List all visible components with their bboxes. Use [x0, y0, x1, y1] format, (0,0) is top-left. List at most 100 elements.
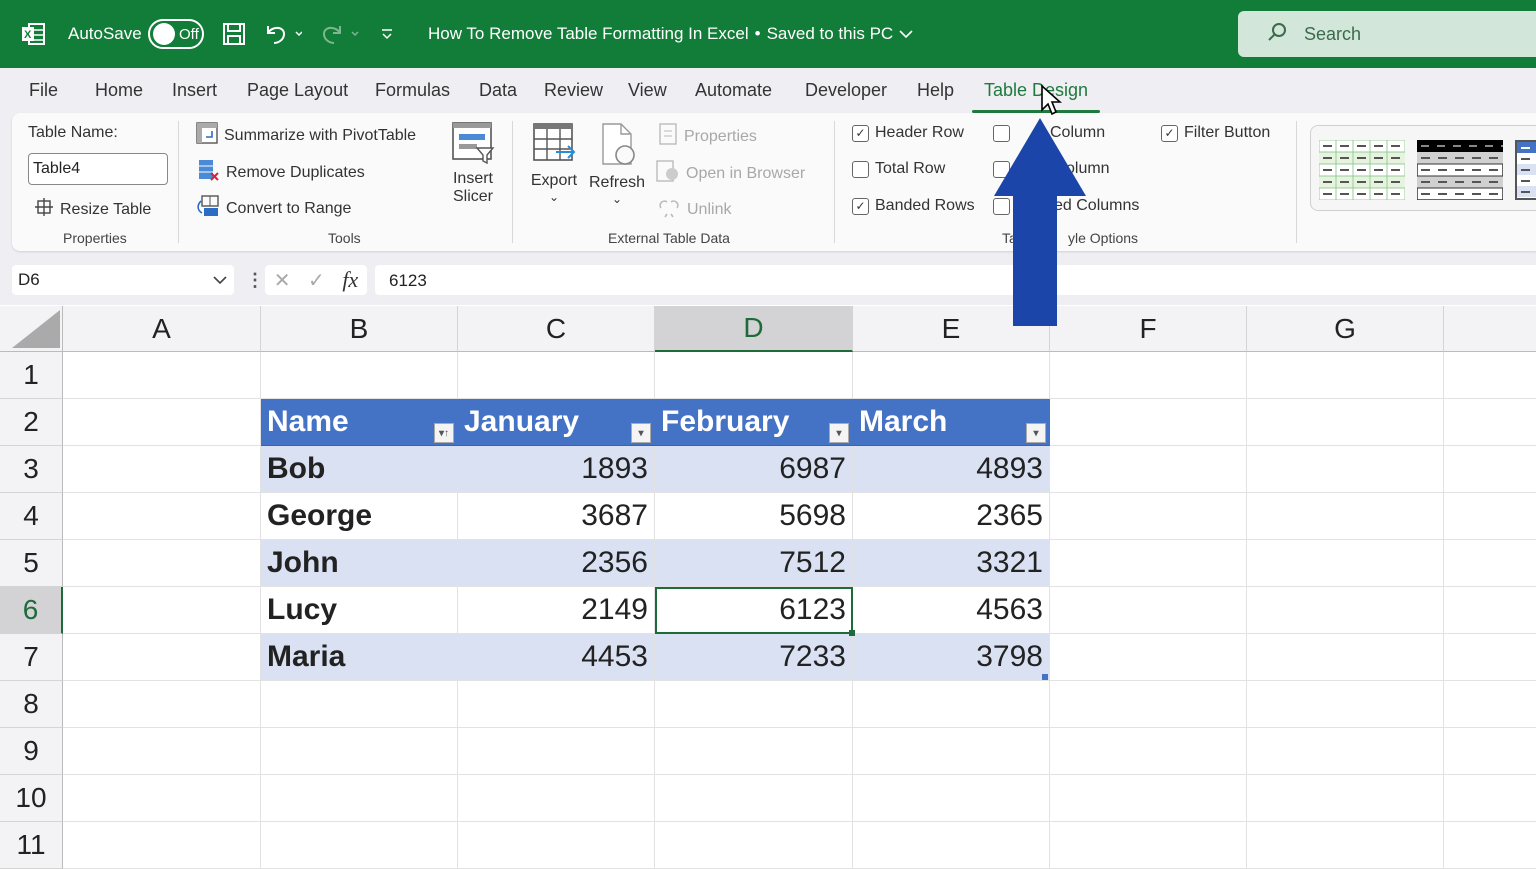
- value-cell[interactable]: 5698: [655, 493, 853, 540]
- value-cell[interactable]: 4453: [458, 634, 655, 681]
- tab-formulas[interactable]: Formulas: [375, 80, 450, 101]
- table-header-cell[interactable]: Name ▾↑: [261, 399, 458, 446]
- empty-cell[interactable]: [1444, 587, 1536, 634]
- empty-cell[interactable]: [63, 399, 261, 446]
- empty-cell[interactable]: [63, 493, 261, 540]
- empty-cell[interactable]: [458, 822, 655, 869]
- remove-duplicates-button[interactable]: Remove Duplicates: [198, 159, 365, 186]
- resize-table-button[interactable]: Resize Table: [34, 197, 151, 222]
- row-header-1[interactable]: 1: [0, 352, 63, 399]
- tab-help[interactable]: Help: [917, 80, 954, 101]
- column-header-d[interactable]: D: [655, 306, 853, 352]
- empty-cell[interactable]: [853, 775, 1050, 822]
- empty-cell[interactable]: [655, 728, 853, 775]
- empty-cell[interactable]: [63, 587, 261, 634]
- empty-cell[interactable]: [458, 681, 655, 728]
- empty-cell[interactable]: [1444, 634, 1536, 681]
- empty-cell[interactable]: [1444, 446, 1536, 493]
- empty-cell[interactable]: [1050, 775, 1247, 822]
- value-cell[interactable]: 6987: [655, 446, 853, 493]
- empty-cell[interactable]: [655, 681, 853, 728]
- tab-insert[interactable]: Insert: [172, 80, 217, 101]
- value-cell[interactable]: 3798: [853, 634, 1050, 681]
- column-header-a[interactable]: A: [63, 306, 261, 352]
- empty-cell[interactable]: [1444, 681, 1536, 728]
- empty-cell[interactable]: [1050, 446, 1247, 493]
- fill-handle[interactable]: [849, 630, 855, 636]
- total-row-checkbox[interactable]: Total Row: [852, 160, 945, 178]
- row-header-4[interactable]: 4: [0, 493, 63, 540]
- empty-cell[interactable]: [853, 728, 1050, 775]
- tab-home[interactable]: Home: [95, 80, 143, 101]
- empty-cell[interactable]: [1247, 493, 1444, 540]
- row-header-9[interactable]: 9: [0, 728, 63, 775]
- empty-cell[interactable]: [1444, 822, 1536, 869]
- insert-slicer-button[interactable]: Insert Slicer: [448, 121, 498, 206]
- table-style-dark-gray[interactable]: [1416, 139, 1504, 201]
- row-header-10[interactable]: 10: [0, 775, 63, 822]
- tab-page-layout[interactable]: Page Layout: [247, 80, 348, 101]
- row-header-5[interactable]: 5: [0, 540, 63, 587]
- value-cell[interactable]: 1893: [458, 446, 655, 493]
- empty-cell[interactable]: [853, 352, 1050, 399]
- formula-input[interactable]: 6123: [375, 265, 1536, 295]
- empty-cell[interactable]: [853, 822, 1050, 869]
- value-cell[interactable]: 4893: [853, 446, 1050, 493]
- empty-cell[interactable]: [1247, 822, 1444, 869]
- empty-cell[interactable]: [1050, 822, 1247, 869]
- value-cell[interactable]: 3687: [458, 493, 655, 540]
- customize-toolbar-icon[interactable]: [380, 0, 394, 68]
- empty-cell[interactable]: [1444, 540, 1536, 587]
- empty-cell[interactable]: [63, 352, 261, 399]
- tab-view[interactable]: View: [628, 80, 667, 101]
- empty-cell[interactable]: [261, 681, 458, 728]
- empty-cell[interactable]: [1247, 540, 1444, 587]
- empty-cell[interactable]: [63, 775, 261, 822]
- empty-cell[interactable]: [1050, 540, 1247, 587]
- empty-cell[interactable]: [1050, 352, 1247, 399]
- row-header-11[interactable]: 11: [0, 822, 63, 869]
- empty-cell[interactable]: [1247, 634, 1444, 681]
- column-header-b[interactable]: B: [261, 306, 458, 352]
- name-cell[interactable]: Maria: [261, 634, 458, 681]
- empty-cell[interactable]: [1444, 493, 1536, 540]
- tab-automate[interactable]: Automate: [695, 80, 772, 101]
- table-header-cell[interactable]: March ▾: [853, 399, 1050, 446]
- empty-cell[interactable]: [63, 728, 261, 775]
- export-button[interactable]: Export ⌄: [526, 121, 582, 204]
- empty-cell[interactable]: [853, 681, 1050, 728]
- tab-table-design[interactable]: Table Design: [971, 80, 1101, 113]
- name-cell[interactable]: Lucy: [261, 587, 458, 634]
- table-style-light-green[interactable]: [1318, 139, 1406, 201]
- filter-dropdown-icon[interactable]: ▾: [829, 423, 849, 443]
- empty-cell[interactable]: [261, 352, 458, 399]
- empty-cell[interactable]: [655, 775, 853, 822]
- active-cell[interactable]: 6123: [655, 587, 853, 634]
- empty-cell[interactable]: [655, 352, 853, 399]
- table-header-cell[interactable]: February ▾: [655, 399, 853, 446]
- column-header-c[interactable]: C: [458, 306, 655, 352]
- tab-data[interactable]: Data: [479, 80, 517, 101]
- name-cell[interactable]: Bob: [261, 446, 458, 493]
- refresh-button[interactable]: Refresh ⌄: [588, 121, 646, 206]
- empty-cell[interactable]: [261, 775, 458, 822]
- summarize-pivottable-button[interactable]: Summarize with PivotTable: [196, 122, 416, 149]
- empty-cell[interactable]: [1247, 399, 1444, 446]
- unlink-button[interactable]: Unlink: [657, 196, 731, 223]
- empty-cell[interactable]: [63, 681, 261, 728]
- cancel-icon[interactable]: ✕: [274, 268, 291, 293]
- empty-cell[interactable]: [1050, 681, 1247, 728]
- empty-cell[interactable]: [1247, 728, 1444, 775]
- more-options-icon[interactable]: ⋮: [246, 270, 264, 291]
- empty-cell[interactable]: [1050, 728, 1247, 775]
- empty-cell[interactable]: [458, 775, 655, 822]
- properties-button[interactable]: Properties: [658, 123, 757, 150]
- value-cell[interactable]: 2365: [853, 493, 1050, 540]
- select-all-corner[interactable]: [0, 306, 63, 352]
- redo-icon[interactable]: [320, 0, 360, 68]
- search-box[interactable]: Search: [1238, 11, 1536, 57]
- empty-cell[interactable]: [261, 728, 458, 775]
- banded-rows-checkbox[interactable]: ✓ Banded Rows: [852, 197, 975, 215]
- empty-cell[interactable]: [1444, 775, 1536, 822]
- convert-to-range-button[interactable]: Convert to Range: [196, 195, 351, 222]
